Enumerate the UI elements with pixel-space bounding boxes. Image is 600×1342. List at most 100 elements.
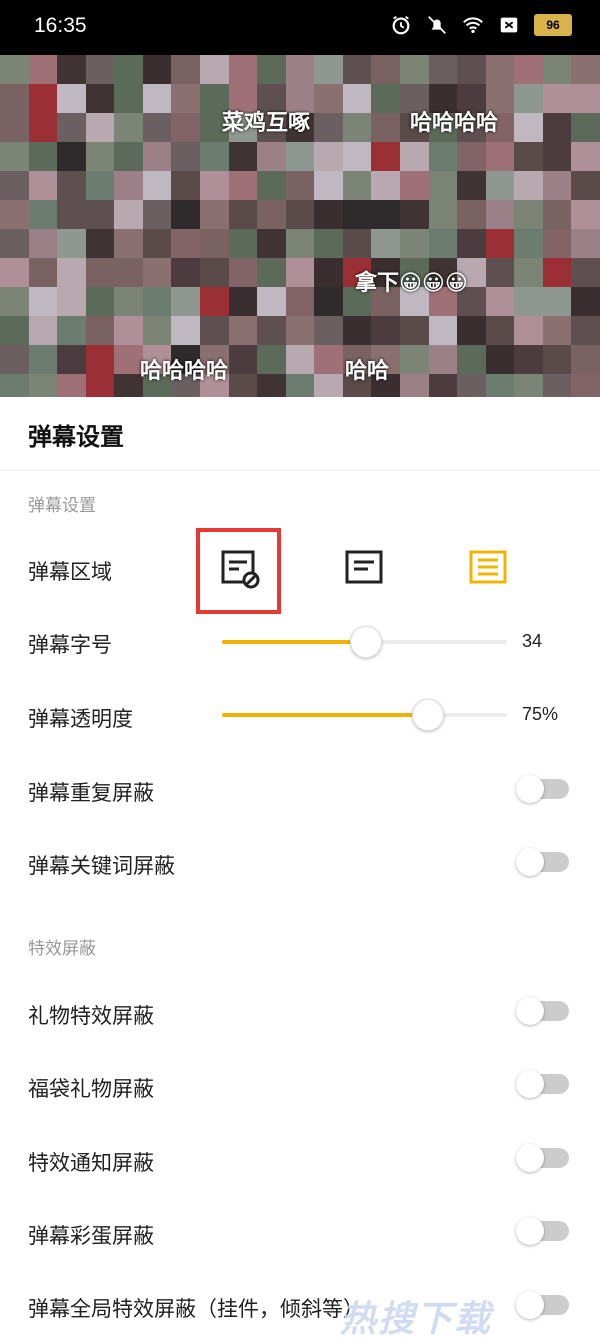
mosaic-tile xyxy=(257,200,286,229)
mosaic-tile xyxy=(171,200,200,229)
mosaic-tile xyxy=(142,316,172,345)
mosaic-tile xyxy=(371,316,400,345)
mosaic-tile xyxy=(542,55,572,84)
mosaic-tile xyxy=(285,258,315,287)
status-icons: 96 xyxy=(390,14,572,36)
mosaic-tile xyxy=(457,171,486,200)
mosaic-tile xyxy=(371,142,400,171)
mosaic-tile xyxy=(342,316,372,345)
mosaic-tile xyxy=(171,55,200,84)
mosaic-tile xyxy=(542,142,572,171)
font-size-slider[interactable] xyxy=(222,626,507,658)
lucky-bag-toggle[interactable] xyxy=(516,1070,569,1098)
easter-egg-toggle[interactable] xyxy=(516,1217,569,1245)
mosaic-tile xyxy=(114,229,143,258)
mosaic-tile xyxy=(457,200,486,229)
section-label-danmaku: 弹幕设置 xyxy=(28,496,96,516)
mosaic-tile xyxy=(428,374,458,397)
mosaic-tile xyxy=(199,200,229,229)
area-full-icon[interactable] xyxy=(468,549,508,589)
mosaic-tile xyxy=(0,316,29,345)
mosaic-tile xyxy=(571,142,600,171)
mosaic-tile xyxy=(142,229,172,258)
mosaic-tile xyxy=(228,142,258,171)
mosaic-tile xyxy=(199,142,229,171)
mosaic-tile xyxy=(542,316,572,345)
mosaic-tile xyxy=(542,374,572,397)
mosaic-tile xyxy=(57,200,86,229)
mosaic-tile xyxy=(371,200,400,229)
danmaku-text: 菜鸡互啄 xyxy=(222,111,311,136)
mosaic-tile xyxy=(142,200,172,229)
mosaic-tile xyxy=(371,171,400,200)
mosaic-tile xyxy=(571,229,600,258)
mosaic-tile xyxy=(57,84,86,113)
mosaic-tile xyxy=(542,200,572,229)
easter-egg-label: 弹幕彩蛋屏蔽 xyxy=(28,1224,154,1248)
mosaic-tile xyxy=(571,84,600,113)
mosaic-tile xyxy=(199,229,229,258)
area-label: 弹幕区域 xyxy=(28,560,112,584)
toggle-knob xyxy=(516,1070,544,1098)
repeat-block-toggle[interactable] xyxy=(516,775,569,803)
mosaic-tile xyxy=(199,316,229,345)
global-effect-toggle[interactable] xyxy=(516,1291,569,1319)
mosaic-tile xyxy=(342,142,372,171)
mosaic-tile xyxy=(314,171,343,200)
mosaic-tile xyxy=(542,171,572,200)
mosaic-tile xyxy=(171,113,200,142)
toggle-knob xyxy=(516,775,544,803)
mosaic-tile xyxy=(514,287,543,316)
repeat-block-label: 弹幕重复屏蔽 xyxy=(28,781,154,805)
mosaic-tile xyxy=(542,258,572,287)
mosaic-tile xyxy=(314,84,343,113)
video-preview[interactable]: 菜鸡互啄 哈哈哈哈 拿下😀😀😀 哈哈哈哈 哈哈 xyxy=(0,55,600,397)
mosaic-tile xyxy=(85,55,115,84)
mosaic-tile xyxy=(114,171,143,200)
keyword-block-toggle[interactable] xyxy=(516,848,569,876)
mosaic-tile xyxy=(0,142,29,171)
opacity-slider[interactable] xyxy=(222,699,507,731)
mosaic-tile xyxy=(57,142,86,171)
mosaic-tile xyxy=(114,316,143,345)
slider-thumb[interactable] xyxy=(349,626,382,658)
effect-notice-toggle[interactable] xyxy=(516,1144,569,1172)
font-size-value: 34 xyxy=(522,631,543,651)
mosaic-tile xyxy=(457,55,486,84)
mosaic-tile xyxy=(0,84,29,113)
gift-effect-toggle[interactable] xyxy=(516,997,569,1025)
mosaic-tile xyxy=(457,345,486,374)
mosaic-tile xyxy=(228,258,258,287)
global-effect-label: 弹幕全局特效屏蔽（挂件，倾斜等） xyxy=(28,1297,364,1321)
mosaic-tile xyxy=(199,171,229,200)
mosaic-tile xyxy=(571,316,600,345)
mosaic-tile xyxy=(314,258,343,287)
mosaic-tile xyxy=(514,258,543,287)
mosaic-tile xyxy=(399,345,429,374)
mosaic-tile xyxy=(114,345,143,374)
divider xyxy=(0,470,600,471)
mosaic-tile xyxy=(314,113,343,142)
mosaic-tile xyxy=(228,229,258,258)
mosaic-tile xyxy=(171,142,200,171)
danmaku-text: 哈哈哈哈 xyxy=(140,359,229,384)
mosaic-tile xyxy=(171,229,200,258)
mosaic-tile xyxy=(28,113,58,142)
mosaic-tile xyxy=(342,229,372,258)
mosaic-tile xyxy=(228,200,258,229)
mosaic-tile xyxy=(399,374,429,397)
mosaic-tile xyxy=(228,316,258,345)
mosaic-tile xyxy=(457,374,486,397)
mosaic-tile xyxy=(228,287,258,316)
wifi-icon xyxy=(463,17,483,34)
area-half-icon[interactable] xyxy=(344,549,384,589)
slider-thumb[interactable] xyxy=(412,699,445,731)
mosaic-tile xyxy=(314,345,343,374)
danmaku-settings-sheet: 弹幕设置 弹幕设置 弹幕区域 弹幕字号 34 弹幕透明度 75% 弹幕重复屏蔽 … xyxy=(0,397,600,1333)
alarm-icon xyxy=(392,15,410,35)
mosaic-tile xyxy=(542,345,572,374)
mosaic-tile xyxy=(85,84,115,113)
mosaic-tile xyxy=(57,345,86,374)
area-block-icon[interactable] xyxy=(220,549,260,589)
mosaic-tile xyxy=(485,142,515,171)
